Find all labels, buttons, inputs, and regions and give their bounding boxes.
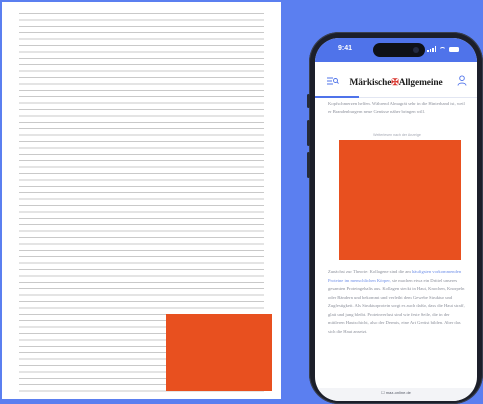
ad-label: Weiterlesen nach der Anzeige (373, 133, 421, 137)
status-bar: 9:41 (315, 38, 477, 62)
paper-sheet (2, 2, 281, 399)
status-time: 9:41 (338, 45, 353, 52)
phone-screen: 9:41 Märkische✠Allgemeine Kopfschmerzen … (315, 38, 477, 401)
article-paragraph: Zunächst zur Theorie: Kollagene sind die… (328, 268, 466, 336)
status-icons (427, 46, 459, 52)
article-body-rest: sie machen etwa ein Drittel unseres gesa… (328, 277, 465, 334)
brand-name-right: Allgemeine (398, 78, 443, 88)
wifi-icon (439, 47, 446, 52)
dynamic-island (373, 43, 425, 57)
brand-logo[interactable]: Märkische✠Allgemeine (315, 77, 477, 88)
article-text-body: Zunächst zur Theorie: Kollagene sind die… (328, 268, 466, 336)
ad-banner[interactable] (339, 140, 461, 260)
article-body-start: Zunächst zur Theorie: Kollagene sind die… (328, 269, 411, 274)
article-paragraph: Kopfschmerzen helfen. Während Almagrät s… (328, 101, 465, 115)
app-header: Märkische✠Allgemeine (315, 62, 477, 98)
eagle-icon: ✠ (391, 77, 399, 87)
phone-volume-down-button (307, 152, 310, 178)
phone-volume-up-button (307, 120, 310, 146)
user-icon[interactable] (457, 75, 467, 86)
article-text-top: Kopfschmerzen helfen. Während Almagrät s… (328, 100, 466, 117)
header-active-indicator (315, 96, 359, 98)
url-bar[interactable]: ☐ maz-online.de (315, 388, 477, 401)
phone-side-button (307, 94, 310, 108)
phone-frame: 9:41 Märkische✠Allgemeine Kopfschmerzen … (307, 32, 483, 404)
paper-orange-block (166, 314, 272, 391)
camera-icon (413, 47, 419, 53)
brand-name-left: Märkische (349, 78, 392, 88)
url-text: ☐ maz-online.de (381, 390, 411, 395)
battery-icon (449, 47, 459, 52)
signal-icon (427, 46, 436, 52)
